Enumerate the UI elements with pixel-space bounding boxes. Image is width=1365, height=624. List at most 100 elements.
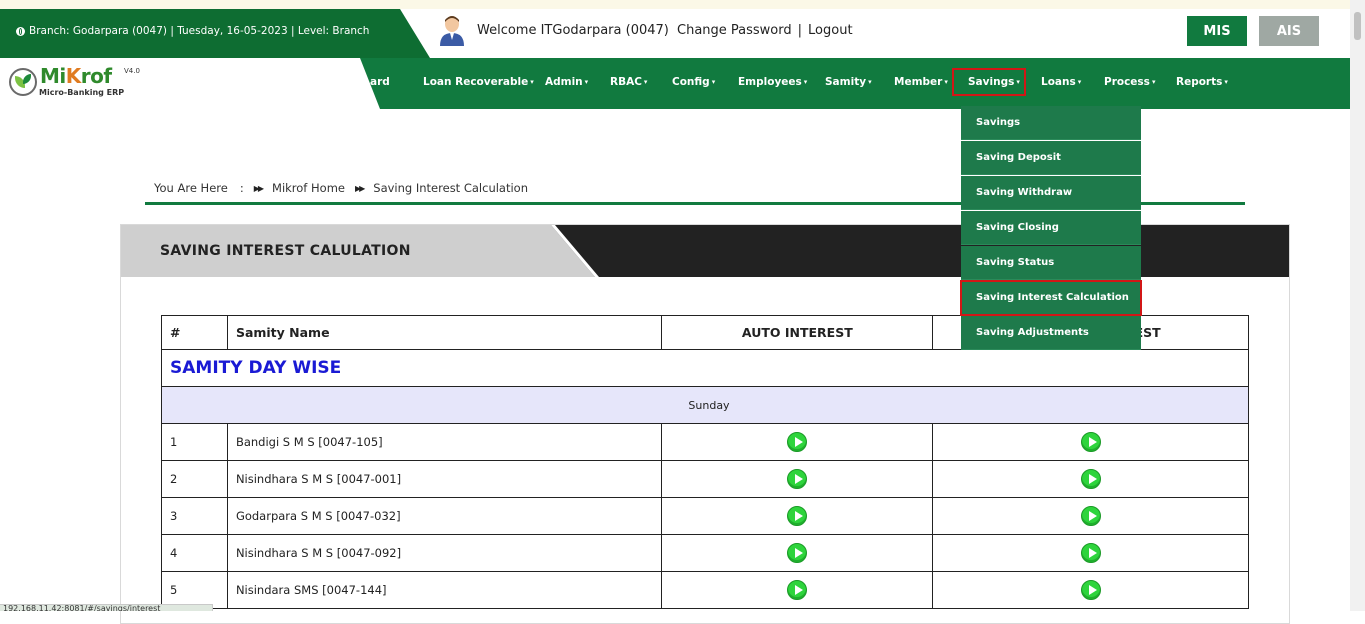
chevron-down-icon: ▾	[944, 78, 948, 86]
row-num: 5	[161, 571, 228, 609]
chevron-down-icon: ▾	[1224, 78, 1228, 86]
breadcrumb-home-link[interactable]: Mikrof Home	[272, 181, 345, 195]
logout-link[interactable]: Logout	[808, 23, 853, 38]
nav-rbac[interactable]: RBAC ▾	[610, 76, 647, 88]
table-row: 5 Nisindara SMS [0047-144]	[161, 571, 1249, 609]
play-icon[interactable]	[787, 506, 808, 526]
branch-info-text: Branch: Godarpara (0047) | Tuesday, 16-0…	[29, 25, 370, 37]
row-num: 2	[161, 460, 228, 498]
row-samity-name: Nisindhara S M S [0047-001]	[226, 460, 663, 498]
nav-samity[interactable]: Samity ▾	[825, 76, 872, 88]
nav-samity-label: Samity	[825, 76, 867, 88]
nav-member-label: Member	[894, 76, 943, 88]
nav-loans[interactable]: Loans ▾	[1041, 76, 1081, 88]
auto-interest-cell	[661, 423, 934, 461]
chevron-down-icon: ▾	[803, 78, 808, 86]
manual-interest-cell	[932, 497, 1249, 535]
manual-interest-cell	[932, 423, 1249, 461]
panel-title: SAVING INTEREST CALULATION	[160, 243, 411, 259]
nav-loans-label: Loans	[1041, 76, 1076, 88]
play-icon[interactable]	[787, 580, 808, 600]
nav-dashboard[interactable]: ard	[370, 76, 390, 88]
table-row: 4 Nisindhara S M S [0047-092]	[161, 534, 1249, 572]
menu-item-saving-withdraw[interactable]: Saving Withdraw	[961, 176, 1141, 210]
nav-loan-recoverable[interactable]: Loan Recoverable ▾	[423, 76, 534, 88]
col-header-num: #	[161, 315, 228, 350]
play-icon[interactable]	[1080, 432, 1101, 452]
menu-item-saving-deposit[interactable]: Saving Deposit	[961, 141, 1141, 175]
nav-loan-recoverable-label: Loan Recoverable	[423, 76, 529, 88]
top-strip	[0, 0, 1365, 9]
mis-button[interactable]: MIS	[1187, 16, 1247, 46]
auto-interest-cell	[661, 497, 934, 535]
auto-interest-cell	[661, 571, 934, 609]
chevron-down-icon: ▾	[584, 78, 589, 86]
menu-item-savings[interactable]: Savings	[961, 106, 1141, 140]
manual-interest-cell	[932, 534, 1249, 572]
play-icon[interactable]	[1080, 580, 1101, 600]
col-header-auto: AUTO INTEREST	[661, 315, 934, 350]
table-row: 1 Bandigi S M S [0047-105]	[161, 423, 1249, 461]
auto-interest-cell	[661, 534, 934, 572]
nav-employees[interactable]: Employees ▾	[738, 76, 807, 88]
logo-name: MiKrof	[40, 64, 112, 88]
chevron-down-icon: ▾	[1151, 78, 1156, 86]
row-samity-name: Nisindara SMS [0047-144]	[226, 571, 663, 609]
play-icon[interactable]	[1080, 506, 1101, 526]
logo-version: V4.0	[124, 67, 140, 75]
row-num: 4	[161, 534, 228, 572]
link-separator: |	[797, 23, 803, 38]
interest-calc-highlight-box	[960, 280, 1142, 316]
double-chevron-right-icon: ▶▶	[253, 183, 264, 193]
play-icon[interactable]	[787, 543, 808, 563]
nav-rbac-label: RBAC	[610, 76, 642, 88]
savings-highlight-box	[952, 68, 1026, 96]
group-label: SAMITY DAY WISE	[161, 349, 1249, 387]
logo-name-part2: K	[65, 64, 82, 88]
nav-process[interactable]: Process ▾	[1104, 76, 1155, 88]
manual-interest-cell	[932, 571, 1249, 609]
scrollbar-thumb[interactable]	[1354, 12, 1361, 40]
logo-name-part1: Mi	[40, 64, 66, 88]
row-num: 1	[161, 423, 228, 461]
menu-item-saving-status[interactable]: Saving Status	[961, 246, 1141, 280]
samity-interest-table: # Samity Name AUTO INTEREST L INTEREST S…	[161, 315, 1249, 609]
play-icon[interactable]	[1080, 543, 1101, 563]
nav-admin-label: Admin	[545, 76, 583, 88]
auto-interest-cell	[661, 460, 934, 498]
breadcrumb-colon: :	[239, 181, 244, 195]
nav-config[interactable]: Config ▾	[672, 76, 715, 88]
double-chevron-right-icon: ▶▶	[354, 183, 365, 193]
nav-member[interactable]: Member ▾	[894, 76, 948, 88]
breadcrumb: You Are Here : ▶▶ Mikrof Home ▶▶ Saving …	[154, 181, 528, 195]
logo-name-part3: rof	[80, 64, 112, 88]
breadcrumb-you-are-here: You Are Here	[154, 181, 228, 195]
play-icon[interactable]	[787, 432, 808, 452]
row-num: 3	[161, 497, 228, 535]
col-header-samity: Samity Name	[226, 315, 663, 350]
menu-item-saving-closing[interactable]: Saving Closing	[961, 211, 1141, 245]
welcome-text: Welcome ITGodarpara (0047)	[477, 23, 669, 38]
ais-button[interactable]: AIS	[1259, 16, 1319, 46]
browser-status-bar: 192.168.11.42:8081/#/savings/interest	[0, 604, 213, 611]
play-icon[interactable]	[1080, 469, 1101, 489]
row-samity-name: Nisindhara S M S [0047-092]	[226, 534, 663, 572]
play-icon[interactable]	[787, 469, 808, 489]
row-samity-name: Bandigi S M S [0047-105]	[226, 423, 663, 461]
nav-reports-label: Reports	[1176, 76, 1223, 88]
nav-reports[interactable]: Reports ▾	[1176, 76, 1228, 88]
manual-interest-cell	[932, 460, 1249, 498]
nav-config-label: Config	[672, 76, 710, 88]
chevron-down-icon: ▾	[868, 78, 872, 86]
menu-item-saving-adjustments[interactable]: Saving Adjustments	[961, 316, 1141, 350]
row-samity-name: Godarpara S M S [0047-032]	[226, 497, 663, 535]
chevron-down-icon: ▾	[1077, 78, 1082, 86]
change-password-link[interactable]: Change Password	[677, 23, 792, 38]
chevron-down-icon: ▾	[643, 78, 648, 86]
vertical-scrollbar[interactable]	[1350, 0, 1365, 611]
chevron-down-icon: ▾	[530, 78, 534, 86]
mikrof-logo-icon	[9, 68, 37, 96]
globe-icon	[16, 26, 25, 36]
group-row: SAMITY DAY WISE	[161, 349, 1249, 387]
nav-admin[interactable]: Admin ▾	[545, 76, 588, 88]
